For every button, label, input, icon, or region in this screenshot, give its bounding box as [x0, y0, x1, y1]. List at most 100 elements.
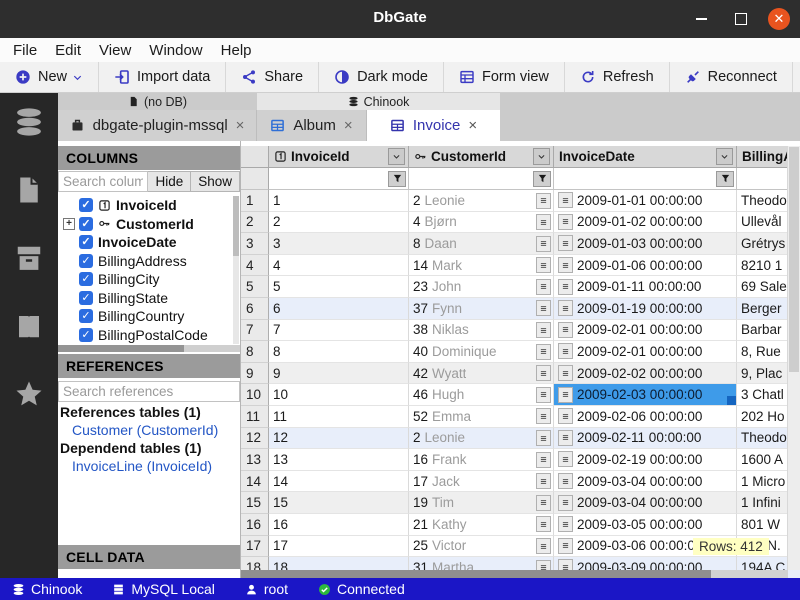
row-detail-button[interactable] [536, 279, 551, 295]
invoice-date-cell[interactable]: 2009-02-11 00:00:00 [554, 428, 737, 450]
date-detail-button[interactable] [558, 192, 573, 208]
column-item-customerid[interactable]: +✓CustomerId [58, 215, 240, 234]
row-detail-button[interactable] [536, 214, 551, 230]
row-detail-button[interactable] [536, 452, 551, 468]
tab-close-icon[interactable]: × [468, 117, 477, 134]
customer-id-cell[interactable]: 4Bjørn [409, 212, 554, 234]
customer-id-cell[interactable]: 25Victor [409, 536, 554, 558]
invoice-date-cell[interactable]: 2009-02-19 00:00:00 [554, 449, 737, 471]
customer-id-cell[interactable]: 40Dominique [409, 341, 554, 363]
column-dropdown-button[interactable] [533, 148, 550, 165]
row-detail-button[interactable] [536, 300, 551, 316]
invoice-id-cell[interactable]: 9 [269, 363, 409, 385]
tab-dbgate-plugin-mssql[interactable]: dbgate-plugin-mssql× [58, 110, 257, 141]
customer-id-cell[interactable]: 21Kathy [409, 514, 554, 536]
invoice-id-cell[interactable]: 2 [269, 212, 409, 234]
invoice-id-cell[interactable]: 5 [269, 276, 409, 298]
invoice-date-cell[interactable]: 2009-02-01 00:00:00 [554, 320, 737, 342]
rail-book-button[interactable] [14, 311, 44, 346]
column-item-invoiceid[interactable]: ✓InvoiceId [58, 196, 240, 215]
menu-edit[interactable]: Edit [46, 42, 90, 59]
customer-id-cell[interactable]: 8Daan [409, 233, 554, 255]
row-number-cell[interactable]: 11 [241, 406, 269, 428]
row-detail-button[interactable] [536, 538, 551, 554]
customer-id-cell[interactable]: 19Tim [409, 492, 554, 514]
row-number-cell[interactable]: 16 [241, 514, 269, 536]
row-number-cell[interactable]: 13 [241, 449, 269, 471]
invoice-id-cell[interactable]: 14 [269, 471, 409, 493]
column-header-invoiceid[interactable]: InvoiceId [269, 146, 409, 168]
row-detail-button[interactable] [536, 516, 551, 532]
invoice-id-cell[interactable]: 17 [269, 536, 409, 558]
column-checkbox[interactable]: ✓ [79, 198, 93, 212]
customer-id-cell[interactable]: 37Fynn [409, 298, 554, 320]
row-number-cell[interactable]: 9 [241, 363, 269, 385]
column-item-billingstate[interactable]: ✓BillingState [58, 289, 240, 308]
column-item-billingaddress[interactable]: ✓BillingAddress [58, 252, 240, 271]
row-number-cell[interactable]: 3 [241, 233, 269, 255]
date-detail-button[interactable] [558, 473, 573, 489]
form-view-button[interactable]: Form view [444, 62, 565, 92]
dependend-link-invoiceline[interactable]: InvoiceLine (InvoiceId) [66, 457, 238, 475]
invoice-date-cell[interactable]: 2009-02-03 00:00:00 [554, 384, 737, 406]
column-checkbox[interactable]: ✓ [79, 328, 93, 342]
invoice-date-cell[interactable]: 2009-03-05 00:00:00 [554, 514, 737, 536]
minimize-button[interactable] [690, 8, 712, 30]
date-detail-button[interactable] [558, 235, 573, 251]
row-number-cell[interactable]: 17 [241, 536, 269, 558]
menu-file[interactable]: File [4, 42, 46, 59]
tab-album[interactable]: Album× [257, 110, 367, 141]
filter-funnel-button[interactable] [716, 171, 734, 187]
customer-id-cell[interactable]: 46Hugh [409, 384, 554, 406]
row-detail-button[interactable] [536, 344, 551, 360]
invoice-id-cell[interactable]: 4 [269, 255, 409, 277]
rail-archive-button[interactable] [14, 243, 44, 278]
statusbar-mysql-local[interactable]: MySQL Local [112, 581, 215, 597]
invoice-date-cell[interactable]: 2009-02-02 00:00:00 [554, 363, 737, 385]
row-detail-button[interactable] [536, 408, 551, 424]
share-button[interactable]: Share [226, 62, 319, 92]
row-number-cell[interactable]: 4 [241, 255, 269, 277]
invoice-id-cell[interactable]: 11 [269, 406, 409, 428]
row-number-cell[interactable]: 2 [241, 212, 269, 234]
row-number-cell[interactable]: 14 [241, 471, 269, 493]
column-item-billingcity[interactable]: ✓BillingCity [58, 270, 240, 289]
invoice-id-cell[interactable]: 15 [269, 492, 409, 514]
expand-icon[interactable]: + [63, 218, 75, 230]
invoice-id-cell[interactable]: 7 [269, 320, 409, 342]
invoice-date-cell[interactable]: 2009-01-03 00:00:00 [554, 233, 737, 255]
tab-close-icon[interactable]: × [236, 117, 245, 134]
statusbar-root[interactable]: root [245, 581, 288, 597]
row-detail-button[interactable] [536, 387, 551, 403]
invoice-id-cell[interactable]: 12 [269, 428, 409, 450]
filter-funnel-button[interactable] [388, 171, 406, 187]
invoice-date-cell[interactable]: 2009-02-01 00:00:00 [554, 341, 737, 363]
customer-id-cell[interactable]: 2Leonie [409, 190, 554, 212]
date-detail-button[interactable] [558, 387, 573, 403]
hide-button[interactable]: Hide [148, 171, 191, 192]
column-checkbox[interactable]: ✓ [79, 309, 93, 323]
column-dropdown-button[interactable] [716, 148, 733, 165]
columns-tree-vscrollbar[interactable] [233, 196, 239, 344]
row-detail-button[interactable] [536, 322, 551, 338]
customer-id-cell[interactable]: 52Emma [409, 406, 554, 428]
menu-help[interactable]: Help [212, 42, 261, 59]
invoice-date-cell[interactable]: 2009-03-04 00:00:00 [554, 471, 737, 493]
row-detail-button[interactable] [536, 495, 551, 511]
invoice-date-cell[interactable]: 2009-01-19 00:00:00 [554, 298, 737, 320]
customer-id-cell[interactable]: 2Leonie [409, 428, 554, 450]
customer-id-cell[interactable]: 17Jack [409, 471, 554, 493]
date-detail-button[interactable] [558, 343, 573, 359]
invoice-date-cell[interactable]: 2009-01-06 00:00:00 [554, 255, 737, 277]
date-detail-button[interactable] [558, 516, 573, 532]
row-detail-button[interactable] [536, 430, 551, 446]
date-detail-button[interactable] [558, 451, 573, 467]
import-button[interactable]: Import data [99, 62, 226, 92]
invoice-id-cell[interactable]: 3 [269, 233, 409, 255]
date-detail-button[interactable] [558, 495, 573, 511]
grid-vertical-scrollbar[interactable] [787, 146, 800, 570]
date-detail-button[interactable] [558, 279, 573, 295]
row-detail-button[interactable] [536, 193, 551, 209]
filter-cell-invoiceid[interactable] [269, 168, 409, 190]
rail-database-button[interactable] [14, 107, 44, 142]
